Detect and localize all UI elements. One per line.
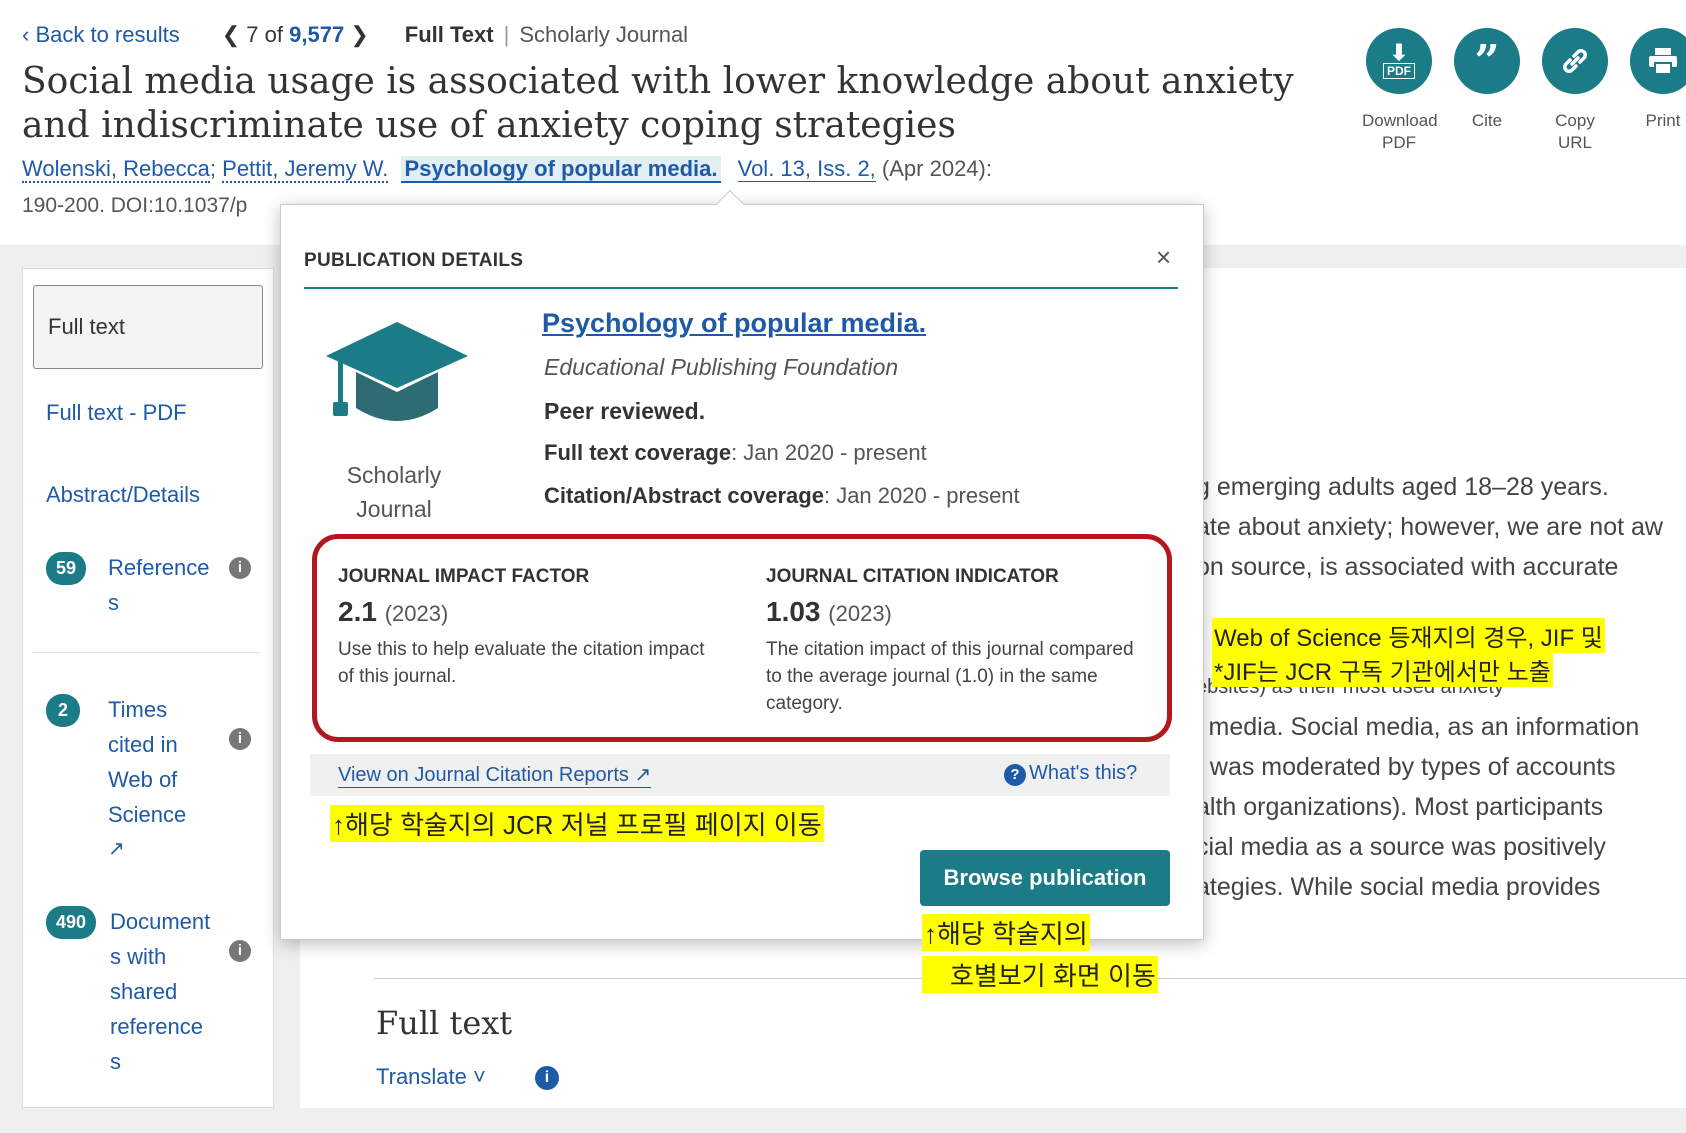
- abstract-text-line: cial media as a source was positively: [1196, 833, 1606, 861]
- sidebar-item-full-text-pdf[interactable]: Full text - PDF: [46, 400, 187, 426]
- annotation-browse-2: 호별보기 화면 이동: [922, 956, 1158, 993]
- sidebar-divider: [32, 652, 260, 653]
- journal-impact-factor: JOURNAL IMPACT FACTOR 2.1 (2023) Use thi…: [338, 566, 705, 687]
- abstract-text-line: t was moderated by types of accounts: [1196, 753, 1616, 781]
- translate-dropdown[interactable]: Translate ˅: [376, 1064, 486, 1090]
- peer-reviewed-label: Peer reviewed.: [544, 398, 706, 424]
- doi-line: 190-200. DOI:10.1037/p: [22, 194, 248, 217]
- top-navigation: ‹ Back to results ❮ 7 of 9,577 ❯ Full Te…: [22, 22, 688, 48]
- popup-header: PUBLICATION DETAILS: [304, 250, 524, 271]
- abstract-text-line: ategies. While social media provides: [1196, 873, 1601, 901]
- next-result-button[interactable]: ❯: [350, 22, 368, 47]
- journal-citation-indicator: JOURNAL CITATION INDICATOR 1.03 (2023) T…: [766, 566, 1134, 714]
- info-icon[interactable]: i: [229, 557, 251, 579]
- annotation-jif-note: *JIF는 JCR 구독 기관에서만 노출: [1212, 652, 1553, 687]
- journal-title-link[interactable]: Psychology of popular media.: [542, 308, 926, 339]
- browse-publication-button[interactable]: Browse publication: [920, 850, 1170, 906]
- result-total: 9,577: [289, 22, 345, 47]
- info-icon[interactable]: i: [535, 1066, 559, 1090]
- citation-coverage: Citation/Abstract coverage: Jan 2020 - p…: [544, 483, 1020, 508]
- graduation-cap-icon: [324, 316, 470, 439]
- abstract-text-line: l media. Social media, as an information: [1196, 713, 1640, 741]
- previous-result-button[interactable]: ❮: [222, 22, 240, 47]
- help-icon: ?: [1004, 764, 1026, 786]
- abstract-text-line: g emerging adults aged 18–28 years.: [1196, 473, 1609, 501]
- times-cited-badge: 2: [46, 694, 80, 727]
- sidebar-item-references[interactable]: Reference s: [108, 550, 210, 620]
- author-link[interactable]: Pettit, Jeremy W.: [222, 156, 389, 183]
- result-pager: ❮ 7 of 9,577 ❯: [222, 22, 369, 48]
- annotation-jcr: ↑해당 학술지의 JCR 저널 프로필 페이지 이동: [330, 805, 824, 842]
- download-pdf-icon: ⬇ PDF: [1366, 28, 1432, 94]
- link-icon: [1542, 28, 1608, 94]
- shared-references-badge: 490: [46, 906, 97, 939]
- printer-icon: [1630, 28, 1686, 94]
- close-icon[interactable]: ×: [1156, 242, 1171, 273]
- result-position: 7: [246, 22, 259, 47]
- download-pdf-button[interactable]: ⬇ PDF Download PDF: [1362, 28, 1438, 154]
- source-type: Scholarly Journal: [519, 22, 689, 47]
- annotation-wos: Web of Science 등재지의 경우, JIF 및: [1212, 618, 1605, 653]
- download-pdf-label: Download PDF: [1362, 111, 1438, 152]
- abstract-text-line: on source, is associated with accurate: [1196, 553, 1619, 581]
- publication-link[interactable]: Psychology of popular media.: [400, 156, 722, 183]
- sidebar-item-shared-references[interactable]: Document s with shared reference s: [110, 904, 210, 1079]
- article-title: Social media usage is associated with lo…: [22, 61, 1294, 146]
- abstract-text-line: alth organizations). Most participants: [1196, 793, 1604, 821]
- back-to-results-link[interactable]: ‹ Back to results: [22, 22, 180, 48]
- references-count-badge: 59: [46, 552, 87, 585]
- abstract-text-line: ate about anxiety; however, we are not a…: [1196, 513, 1663, 541]
- full-text-label: Full Text: [404, 22, 494, 47]
- publisher-name: Educational Publishing Foundation: [544, 354, 899, 380]
- whats-this-link[interactable]: ? What's this?: [1004, 762, 1137, 786]
- source-type-label: Scholarly Journal: [346, 462, 442, 522]
- info-icon[interactable]: i: [229, 728, 251, 750]
- publication-date: (Apr 2024):: [881, 156, 992, 181]
- full-text-coverage: Full text coverage: Jan 2020 - present: [544, 440, 927, 465]
- separator: |: [503, 22, 510, 47]
- popup-header-rule: [304, 287, 1178, 289]
- of-text: of: [264, 22, 284, 47]
- volume-link[interactable]: Vol. 13, Iss. 2,: [737, 156, 876, 182]
- sidebar-item-times-cited[interactable]: Times cited in Web of Science ↗: [108, 692, 186, 867]
- external-link-icon: ↗: [634, 764, 652, 786]
- author-line: Wolenski, Rebecca; Pettit, Jeremy W. Psy…: [22, 156, 992, 183]
- author-link[interactable]: Wolenski, Rebecca: [22, 156, 210, 183]
- sidebar-item-full-text[interactable]: Full text: [33, 285, 263, 369]
- print-label: Print: [1645, 111, 1681, 130]
- cite-button[interactable]: ” Cite: [1450, 28, 1524, 132]
- external-link-icon: ↗: [108, 838, 125, 860]
- sidebar-item-abstract[interactable]: Abstract/Details: [46, 482, 200, 508]
- quote-icon: ”: [1454, 28, 1520, 94]
- cite-label: Cite: [1471, 111, 1503, 130]
- copy-url-button[interactable]: Copy URL: [1538, 28, 1612, 154]
- info-icon[interactable]: i: [229, 940, 251, 962]
- print-button[interactable]: Print: [1626, 28, 1686, 132]
- full-text-heading: Full text: [376, 1004, 513, 1042]
- annotation-browse: ↑해당 학술지의: [922, 914, 1090, 951]
- view-jcr-link[interactable]: View on Journal Citation Reports ↗: [338, 762, 652, 788]
- copy-url-label: Copy URL: [1555, 111, 1595, 152]
